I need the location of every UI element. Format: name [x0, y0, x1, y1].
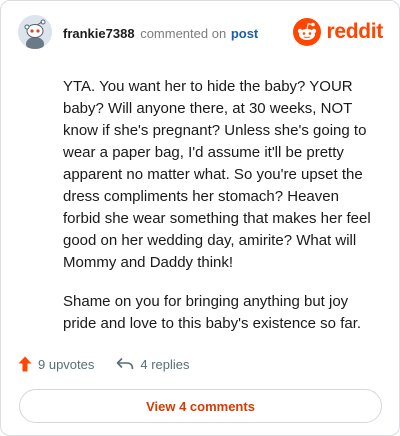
reddit-logo-icon — [293, 18, 322, 46]
reply-arrow-icon — [117, 357, 134, 370]
comment-header: frankie7388 commented on post reddit — [18, 15, 383, 51]
post-link[interactable]: post — [231, 26, 258, 41]
replies-count: 4 replies — [140, 356, 190, 372]
username-link[interactable]: frankie7388 — [63, 26, 135, 41]
comment-body: YTA. You want her to hide the baby? YOUR… — [63, 76, 377, 352]
comment-card: frankie7388 commented on post reddit YTA… — [0, 0, 400, 436]
replies-button[interactable]: 4 replies — [116, 356, 190, 372]
brand-wordmark: reddit — [326, 20, 383, 43]
comment-meta: frankie7388 commented on post — [63, 26, 258, 41]
upvote-count: 9 upvotes — [38, 356, 95, 372]
comment-paragraph: Shame on you for bringing anything but j… — [63, 293, 362, 332]
view-comments-button[interactable]: View 4 comments — [19, 389, 382, 423]
reddit-logo[interactable]: reddit — [293, 17, 383, 47]
upvote-button[interactable]: 9 upvotes — [18, 356, 94, 372]
comment-footer: 9 upvotes 4 replies — [18, 354, 190, 374]
snoo-avatar-icon[interactable] — [18, 15, 52, 49]
comment-action-text: commented on — [140, 26, 227, 41]
comment-paragraph: YTA. You want her to hide the baby? YOUR… — [63, 78, 371, 271]
upvote-arrow-icon — [18, 356, 32, 372]
